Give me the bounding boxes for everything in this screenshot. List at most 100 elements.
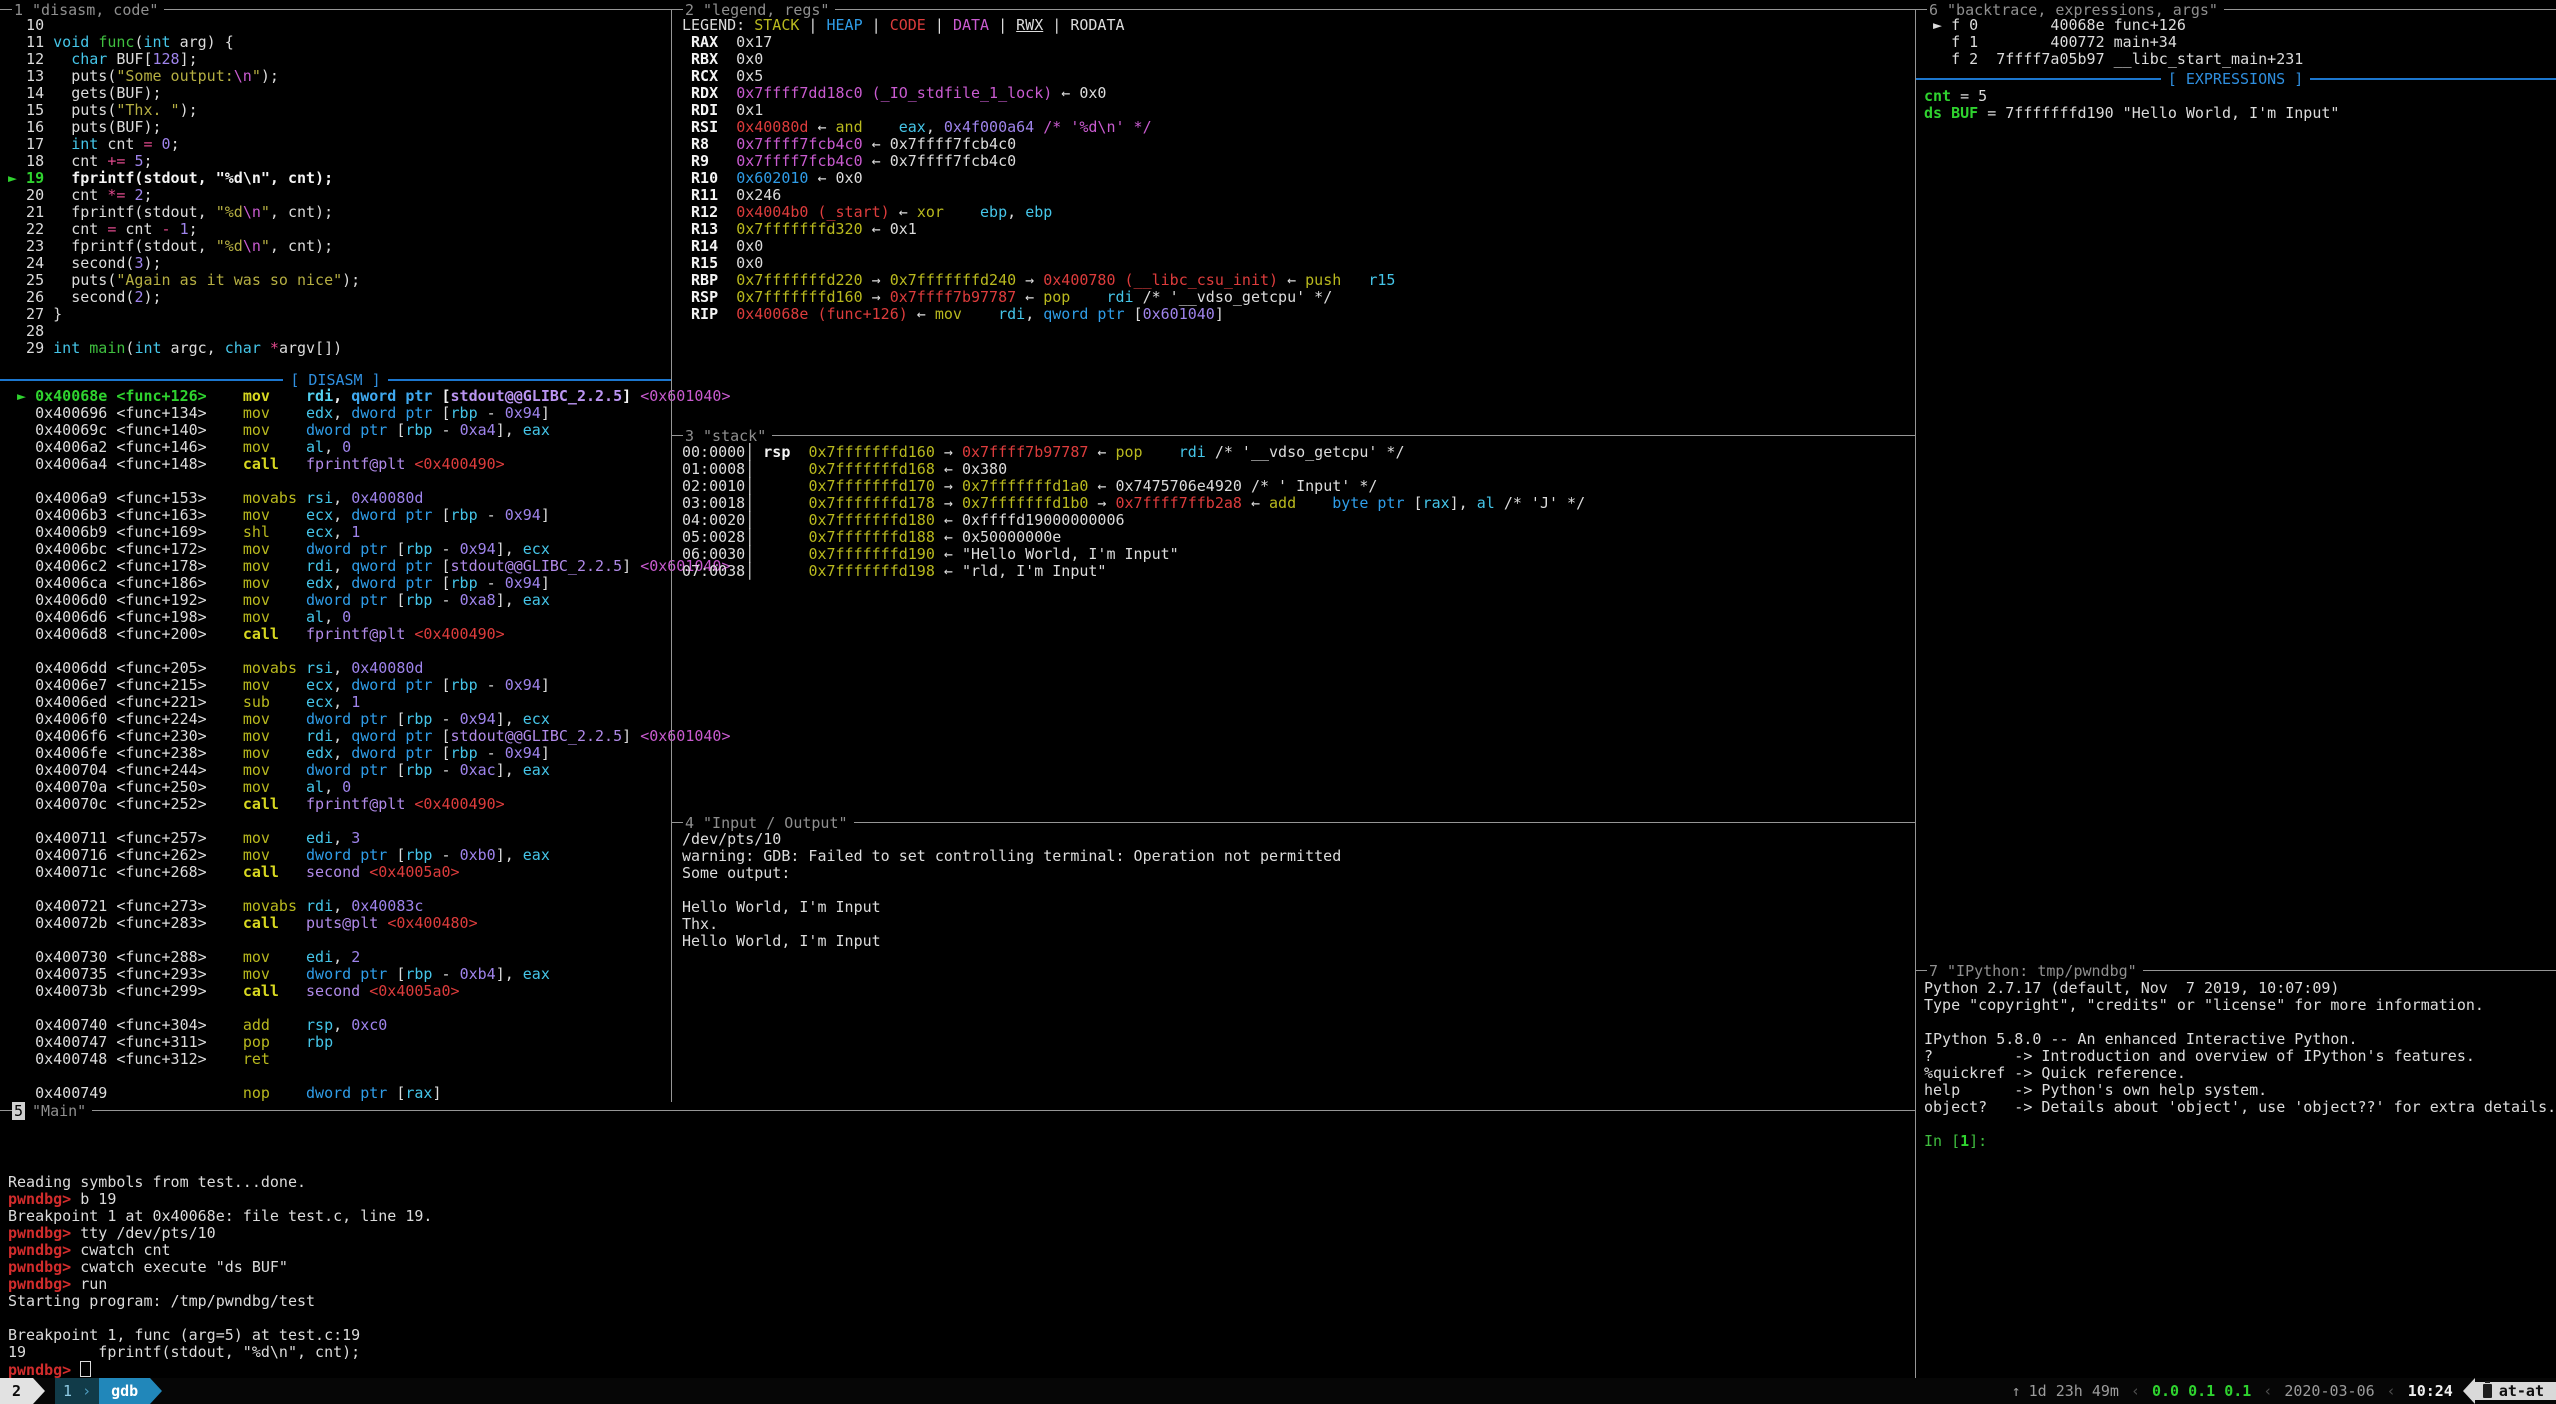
text-segment: ► 19 <box>8 169 44 187</box>
terminal-cursor[interactable] <box>80 1361 91 1377</box>
text-segment: mov <box>243 948 270 966</box>
text-segment: argc, <box>162 339 225 357</box>
text-segment: RDI <box>682 101 727 119</box>
text-segment: ebp <box>980 203 1007 221</box>
text-segment: mov <box>935 305 962 323</box>
text-segment: and <box>836 118 863 136</box>
disasm-line: 0x4006b9 <func+169> shl ecx, 1 <box>8 524 731 541</box>
battery-icon <box>2483 1384 2492 1398</box>
text-segment: R15 <box>682 254 727 272</box>
text-segment: sub <box>243 693 270 711</box>
pane-ipython[interactable]: 7"IPython: tmp/pwndbg" Python 2.7.17 (de… <box>1915 962 2556 1378</box>
text-segment: 24 second( <box>8 254 134 272</box>
pane-legend-regs[interactable]: 2"legend, regs" LEGEND: STACK | HEAP | C… <box>671 0 1915 427</box>
text-segment: → <box>935 443 962 461</box>
text-segment: 0x400747 <func+311> <box>8 1033 243 1051</box>
text-segment: fprintf@plt <box>306 455 405 473</box>
text-segment: ], <box>496 540 523 558</box>
text-segment: ] <box>541 404 550 422</box>
stack-line: 04:0020│ 0x7fffffffd180 ← 0xffffd1900000… <box>682 512 1585 529</box>
text-segment: → <box>1016 271 1043 289</box>
text-segment: int <box>143 33 170 51</box>
text-segment: [ <box>387 1084 405 1102</box>
pane-border-vertical-right[interactable] <box>1915 9 1916 1378</box>
gdb-console-listing[interactable]: Reading symbols from test...done.pwndbg>… <box>8 1174 432 1378</box>
tmux-window-name[interactable]: gdb <box>99 1378 150 1404</box>
text-segment: 0x0 <box>727 237 763 255</box>
text-segment: ← 0x7ffff7fcb4c0 <box>863 152 1017 170</box>
text-segment: 01:0008│ <box>682 460 808 478</box>
text-segment: mov <box>243 591 270 609</box>
separator-label: [ DISASM ] <box>283 371 387 389</box>
text-segment: 0xb0 <box>460 846 496 864</box>
text-segment <box>279 795 306 813</box>
text-segment: Reading symbols from test...done. <box>8 1173 306 1191</box>
text-segment: rbp <box>405 761 432 779</box>
text-segment: second <box>306 863 360 881</box>
text-segment: = 7fffffffd190 "Hello World, I'm Input" <box>1978 104 2339 122</box>
text-segment: mov <box>243 710 270 728</box>
console-line: pwndbg> b 19 <box>8 1191 432 1208</box>
tmux-session-badge[interactable]: 2 <box>0 1378 33 1404</box>
text-segment: , <box>324 778 342 796</box>
text-segment: ← <box>908 305 935 323</box>
text-segment: 0 <box>342 608 351 626</box>
disasm-line <box>8 643 731 660</box>
text-segment: \n <box>243 237 261 255</box>
load-average-text: 0.0 0.1 0.1 <box>2152 1382 2251 1400</box>
disasm-line <box>8 813 731 830</box>
text-segment: → <box>1088 494 1115 512</box>
text-segment: , <box>324 438 342 456</box>
text-segment: qword ptr <box>1043 305 1124 323</box>
text-segment: [ <box>432 727 450 745</box>
text-segment <box>270 506 306 524</box>
text-segment <box>378 914 387 932</box>
text-segment: ecx <box>306 676 333 694</box>
text-segment: 03:0018│ <box>682 494 808 512</box>
source-line: 17 int cnt = 0; <box>8 136 360 153</box>
text-segment: cnt <box>116 220 161 238</box>
text-segment: , <box>1007 203 1025 221</box>
pane-border-line <box>671 9 683 10</box>
text-segment: [ <box>1125 305 1143 323</box>
text-segment: ecx <box>523 710 550 728</box>
register-line: RIP 0x40068e (func+126) ← mov rdi, qword… <box>682 306 1395 323</box>
source-line: 12 char BUF[128]; <box>8 51 360 68</box>
text-segment: 0x400696 <func+134> <box>8 404 243 422</box>
pane-main-console[interactable]: 5"Main" Reading symbols from test...done… <box>0 1102 1915 1378</box>
stack-line: 02:0010│ 0x7fffffffd170 → 0x7fffffffd1a0… <box>682 478 1585 495</box>
pane-title: "disasm, code" <box>32 1 158 19</box>
disasm-line: 0x400749 nop dword ptr [rax] <box>8 1085 731 1102</box>
text-segment: - <box>478 506 505 524</box>
tmux-window-index[interactable]: 1› <box>55 1378 99 1404</box>
register-line: R15 0x0 <box>682 255 1395 272</box>
disasm-line <box>8 1000 731 1017</box>
pane-input-output[interactable]: 4"Input / Output" /dev/pts/10warning: GD… <box>671 814 1915 1102</box>
text-segment: ; <box>189 220 198 238</box>
text-segment: mov <box>243 404 270 422</box>
text-segment: mov <box>243 676 270 694</box>
text-segment: \n <box>243 203 261 221</box>
text-segment: ecx <box>306 693 333 711</box>
text-segment: ] <box>541 744 550 762</box>
pane-disasm-code[interactable]: 1"disasm, code" 10 11 void func(int arg)… <box>0 0 671 1102</box>
text-segment: <0x400490> <box>414 455 504 473</box>
pane-backtrace-expressions[interactable]: 6"backtrace, expressions, args" ► f 0 40… <box>1915 0 2556 962</box>
text-segment: eax <box>523 421 550 439</box>
text-segment: movabs <box>243 659 297 677</box>
text-segment: 0x40070c <func+252> <box>8 795 243 813</box>
text-segment <box>261 339 270 357</box>
pane-stack[interactable]: 3"stack" 00:0000│ rsp 0x7fffffffd160 → 0… <box>671 427 1915 814</box>
text-segment: 0x4006f6 <func+230> <box>8 727 243 745</box>
disasm-line: 0x4006a4 <func+148> call fprintf@plt <0x… <box>8 456 731 473</box>
text-segment: ← 0x1 <box>863 220 917 238</box>
text-segment: mov <box>243 438 270 456</box>
text-segment: 0x7fffffffd188 <box>808 528 934 546</box>
text-segment: ] <box>541 574 550 592</box>
text-segment: dword ptr <box>351 506 432 524</box>
text-segment: nop <box>243 1084 270 1102</box>
text-segment: 0x4006a2 <func+146> <box>8 438 243 456</box>
text-segment: "Some output: <box>116 67 233 85</box>
registers-listing: LEGEND: STACK | HEAP | CODE | DATA | RWX… <box>682 17 1395 323</box>
pane-border-vertical-left[interactable] <box>671 9 672 1102</box>
